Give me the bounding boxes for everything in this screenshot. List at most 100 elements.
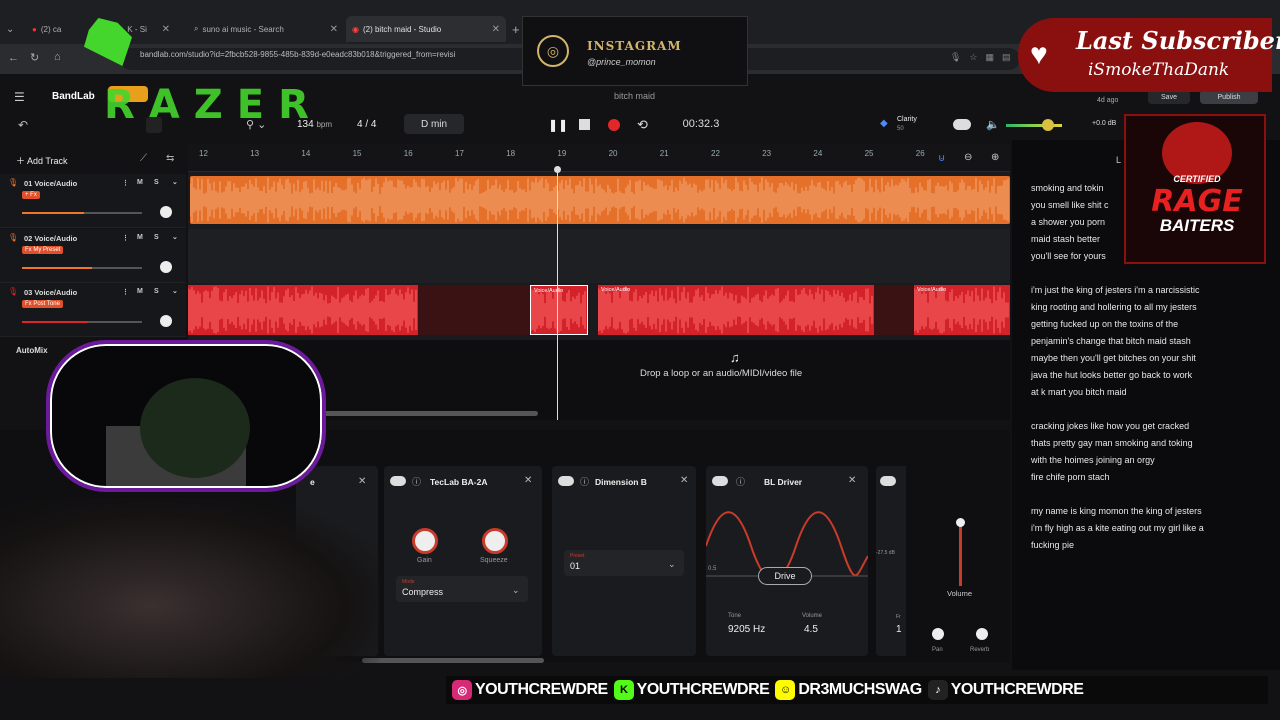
reload-icon[interactable]: ↻	[30, 51, 39, 64]
tab-3-close-icon[interactable]: ✕	[330, 24, 338, 35]
grid-icon[interactable]	[146, 117, 162, 133]
teclab-toggle[interactable]	[390, 476, 406, 486]
bldriver-info-icon[interactable]: ⓘ	[736, 475, 745, 488]
track-3-clip-1[interactable]	[188, 285, 418, 335]
bldriver-toggle[interactable]	[712, 476, 728, 486]
track-3-fx-tag[interactable]: Fx Post Tone	[22, 300, 63, 308]
stop-button[interactable]	[579, 119, 590, 130]
metronome-icon[interactable]: ⚲ ⌄	[246, 118, 266, 131]
lyric-line[interactable]: smoking and tokin	[1031, 180, 1104, 197]
playhead[interactable]	[557, 170, 558, 420]
tab-4[interactable]: ◉ (2) bitch maid - Studio ✕	[346, 16, 506, 42]
back-icon[interactable]: ←	[8, 52, 19, 64]
project-name[interactable]: bitch maid	[614, 91, 655, 101]
track-3-pan-knob[interactable]	[160, 315, 172, 327]
track-2-expand-icon[interactable]: ⌄	[172, 233, 178, 241]
lyric-line[interactable]: maybe then you'll get bitches on your sh…	[1031, 350, 1196, 367]
zoom-in-icon[interactable]: ⊕	[991, 152, 999, 163]
track-1-fx-tag[interactable]: + Fx	[22, 191, 40, 199]
save-button[interactable]: Save	[1148, 90, 1190, 104]
key-selector[interactable]: D min	[404, 114, 464, 134]
lyric-line[interactable]: cracking jokes like how you get cracked	[1031, 418, 1189, 435]
track-2-pan-knob[interactable]	[160, 261, 172, 273]
teclab-info-icon[interactable]: ⓘ	[412, 475, 421, 488]
track-3-more-icon[interactable]: ⋮	[122, 288, 129, 296]
loop-icon[interactable]: ⟲	[637, 117, 648, 133]
horizontal-scrollbar[interactable]	[316, 411, 538, 416]
split-icon[interactable]: ⇆	[166, 153, 174, 164]
preset-select[interactable]: Preset 01 ⌄	[564, 550, 684, 576]
volume-fader-track[interactable]	[959, 520, 962, 586]
undo-icon[interactable]: ↶	[18, 118, 28, 132]
fx4-toggle[interactable]	[880, 476, 896, 486]
pan-knob[interactable]	[932, 628, 944, 640]
bandlab-logo[interactable]: BandLab	[52, 91, 95, 102]
lyric-line[interactable]: penjamin's change that bitch maid stash	[1031, 333, 1191, 350]
lyric-line[interactable]: at k mart you bitch maid	[1031, 384, 1127, 401]
teclab-close-icon[interactable]: ✕	[524, 475, 532, 486]
volume-fader-handle[interactable]	[956, 518, 965, 527]
track-3-clip-3[interactable]: Voice/Audio	[598, 285, 874, 335]
pause-button[interactable]: ❚❚	[548, 118, 568, 132]
track-2-fx-tag[interactable]: Fx My Preset	[22, 246, 64, 254]
tab-1-close-icon[interactable]: ✕	[162, 24, 170, 35]
mode-select[interactable]: Mode Compress ⌄	[396, 576, 528, 602]
tone-value[interactable]: 9205 Hz	[728, 624, 765, 635]
lyric-line[interactable]: fucking pie	[1031, 537, 1074, 554]
track-1-mute-button[interactable]: M	[137, 179, 143, 186]
track-3-mute-button[interactable]: M	[137, 288, 143, 295]
track-1-solo-button[interactable]: S	[154, 179, 159, 186]
new-tab-icon[interactable]: +	[512, 22, 520, 37]
bldriver-close-icon[interactable]: ✕	[848, 475, 856, 486]
time-signature[interactable]: 4 / 4	[357, 119, 376, 130]
track-2-lane[interactable]	[188, 229, 1010, 283]
gain-knob[interactable]	[412, 528, 438, 554]
lyric-line[interactable]: getting fucked up on the toxins of the	[1031, 316, 1178, 333]
track-1-clip[interactable]	[190, 176, 1010, 224]
track-2-more-icon[interactable]: ⋮	[122, 234, 129, 242]
lyric-line[interactable]: you'll see for yours	[1031, 248, 1106, 265]
publish-button[interactable]: Publish	[1200, 90, 1258, 104]
bldriver-volume-value[interactable]: 4.5	[804, 624, 818, 635]
track-3-solo-button[interactable]: S	[154, 288, 159, 295]
lyric-line[interactable]: thats pretty gay man smoking and toking	[1031, 435, 1193, 452]
lyric-line[interactable]: i'm fly high as a kite eating out my gir…	[1031, 520, 1204, 537]
track-header-3[interactable]: 🎙 03 Voice/Audio Fx Post Tone ⋮ M S ⌄	[0, 283, 186, 337]
lyric-line[interactable]: king rooting and hollering to all my jes…	[1031, 299, 1197, 316]
lyric-line[interactable]: i'm just the king of jesters i'm a narci…	[1031, 282, 1200, 299]
lyric-line[interactable]: maid stash better	[1031, 231, 1100, 248]
dimension-toggle[interactable]	[558, 476, 574, 486]
track-header-2[interactable]: 🎙 02 Voice/Audio Fx My Preset ⋮ M S ⌄	[0, 229, 186, 283]
track-1-pan-knob[interactable]	[160, 206, 172, 218]
reverb-knob[interactable]	[976, 628, 988, 640]
wand-icon[interactable]: ⟋	[140, 153, 147, 164]
lyric-line[interactable]: java the hut looks better go back to wor…	[1031, 367, 1192, 384]
track-2-solo-button[interactable]: S	[154, 234, 159, 241]
timeline-ruler[interactable]	[188, 144, 1010, 172]
track-1-expand-icon[interactable]: ⌄	[172, 178, 178, 186]
zoom-out-icon[interactable]: ⊖	[964, 152, 972, 163]
tab-3[interactable]: ⌕ suno ai music - Search ✕	[188, 18, 344, 40]
lyric-line[interactable]: a shower you porn	[1031, 214, 1105, 231]
track-1-name[interactable]: 01 Voice/Audio	[24, 179, 77, 188]
lyric-line[interactable]: you smell like shit c	[1031, 197, 1109, 214]
squeeze-knob[interactable]	[482, 528, 508, 554]
track-3-clip-4[interactable]: Voice/Audio	[914, 285, 1010, 335]
dimension-info-icon[interactable]: ⓘ	[580, 475, 589, 488]
tab-4-close-icon[interactable]: ✕	[492, 24, 500, 35]
record-button[interactable]	[608, 119, 620, 131]
track-2-name[interactable]: 02 Voice/Audio	[24, 234, 77, 243]
menu-icon[interactable]: ☰	[14, 90, 25, 104]
magnet-icon[interactable]: ⊍	[938, 153, 945, 164]
playhead-handle[interactable]	[554, 166, 561, 173]
tab-list-chevron-icon[interactable]: ⌄	[6, 24, 14, 35]
track-2-mute-button[interactable]: M	[137, 234, 143, 241]
automix-label[interactable]: AutoMix	[16, 346, 48, 355]
track-header-1[interactable]: 🎙 01 Voice/Audio + Fx ⋮ M S ⌄	[0, 174, 186, 228]
speaker-icon[interactable]: 🔈	[986, 118, 1000, 131]
track-3-expand-icon[interactable]: ⌄	[172, 287, 178, 295]
bpm-display[interactable]: 134 bpm	[297, 119, 332, 130]
track-3-clip-2[interactable]: Voice/Audio	[530, 285, 588, 335]
lyric-line[interactable]: my name is king momon the king of jester…	[1031, 503, 1202, 520]
track-3-name[interactable]: 03 Voice/Audio	[24, 288, 77, 297]
